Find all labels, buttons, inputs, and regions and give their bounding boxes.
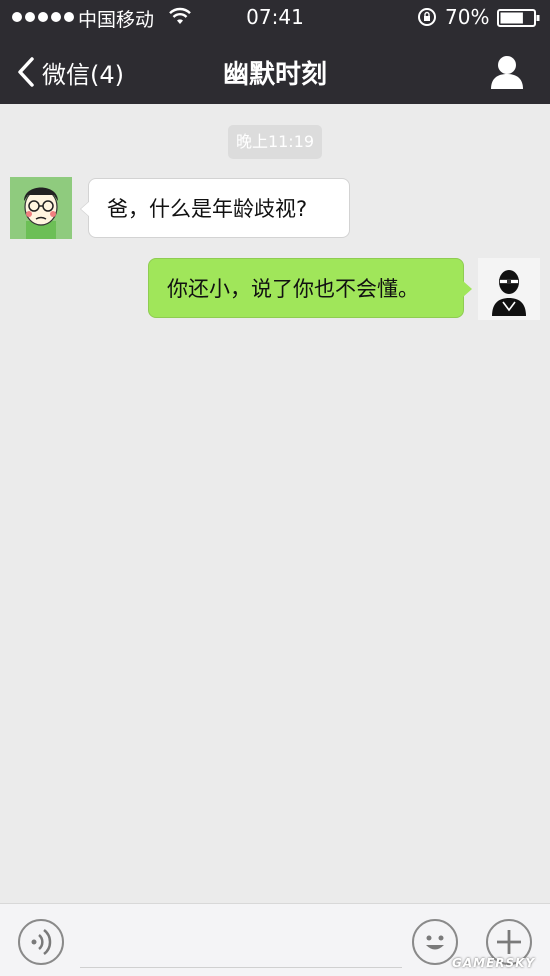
incoming-message-bubble[interactable]: 爸，什么是年龄歧视? xyxy=(80,178,350,238)
battery-percent: 70% xyxy=(445,5,490,29)
friend-avatar[interactable] xyxy=(10,177,72,239)
chat-title: 幽默时刻 xyxy=(222,60,327,90)
message-text-input[interactable] xyxy=(80,919,402,968)
top-bar: 中国移动 07:41 70% 微信(4) 幽默时刻 xyxy=(0,0,550,104)
voice-input-button[interactable] xyxy=(18,919,64,965)
chat-screen: 中国移动 07:41 70% 微信(4) 幽默时刻 晚上11:19 爸，什么是年… xyxy=(0,0,550,976)
rotation-lock-icon xyxy=(418,8,436,26)
gamersky-watermark: GAMERSKY xyxy=(452,956,536,970)
outgoing-message-bubble[interactable]: 你还小，说了你也不会懂。 xyxy=(148,258,472,318)
smiley-face-icon xyxy=(426,935,444,950)
my-avatar[interactable] xyxy=(478,258,540,320)
message-timestamp: 晚上11:19 xyxy=(228,125,322,159)
voice-wave-icon xyxy=(31,929,52,955)
status-bar: 中国移动 07:41 70% xyxy=(0,0,550,36)
battery-icon xyxy=(497,9,540,27)
chat-info-person-icon[interactable] xyxy=(488,54,526,90)
navigation-bar: 微信(4) 幽默时刻 xyxy=(0,44,550,102)
incoming-message-text: 爸，什么是年龄歧视? xyxy=(107,197,308,221)
outgoing-message-text: 你还小，说了你也不会懂。 xyxy=(167,277,419,301)
